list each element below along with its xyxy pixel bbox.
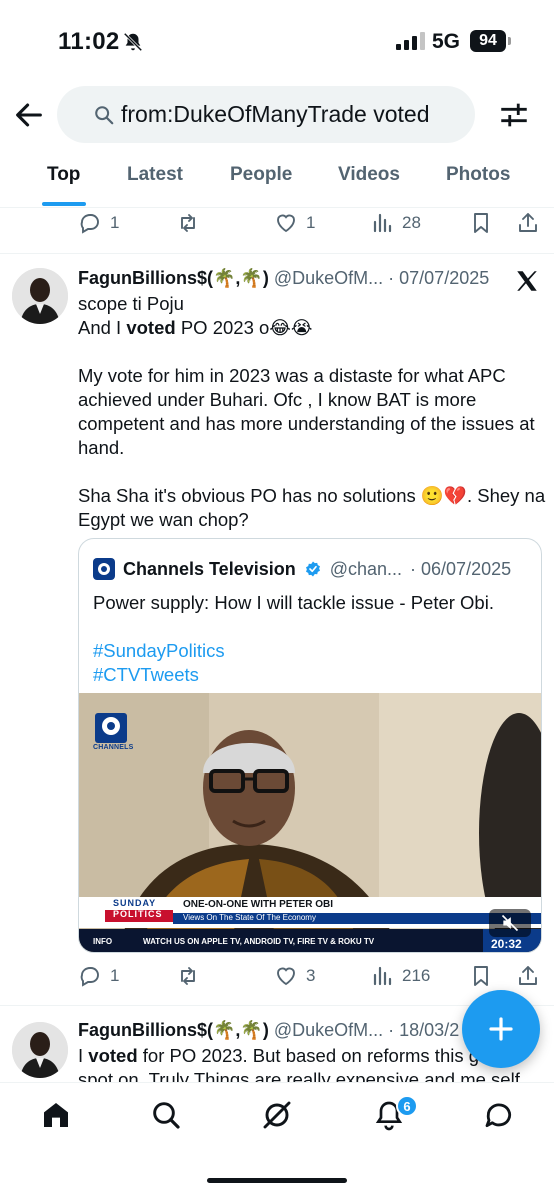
home-icon[interactable] xyxy=(40,1099,72,1131)
show-name-top: SUNDAY xyxy=(113,898,157,908)
quote-date: · 06/07/2025 xyxy=(410,558,512,579)
channels-logo-text: CHANNELS xyxy=(93,744,134,751)
tweet-text: scope ti Poju And I voted PO 2023 o😂😭 My… xyxy=(78,293,546,530)
like-button[interactable]: 1 xyxy=(274,211,315,235)
like-button[interactable]: 3 xyxy=(274,964,315,988)
quote-header: Channels Television @chan... · 06/07/202… xyxy=(93,558,511,580)
bookmark-icon[interactable] xyxy=(469,964,493,988)
search-row: from:DukeOfManyTrade voted xyxy=(0,86,554,144)
search-nav-icon[interactable] xyxy=(150,1099,182,1131)
video-thumbnail[interactable]: CHANNELS SUNDAY POLITICS ONE-ON-ONE WITH… xyxy=(79,693,541,952)
ticker-label: INFO xyxy=(93,937,113,946)
tweet-date: · 18/03/2 xyxy=(388,1020,460,1040)
compose-tweet-button[interactable] xyxy=(462,990,540,1068)
video-subheadline: Views On The State Of The Economy xyxy=(183,913,316,922)
views-chart-icon xyxy=(373,213,392,233)
avatar[interactable] xyxy=(12,268,68,324)
channels-avatar xyxy=(93,558,115,580)
bell-muted-icon xyxy=(123,32,143,52)
plus-icon xyxy=(489,1017,513,1041)
heart-icon xyxy=(277,967,295,986)
reply-icon xyxy=(80,967,99,987)
views-chart-icon xyxy=(373,966,392,986)
author-name[interactable]: FagunBillions$(🌴,🌴) xyxy=(78,1020,269,1040)
share-icon[interactable] xyxy=(516,964,540,988)
views-button[interactable]: 216 xyxy=(370,964,430,988)
quote-text: Power supply: How I will tackle issue - … xyxy=(93,591,533,687)
avatar-image xyxy=(12,1022,68,1078)
tab-latest[interactable]: Latest xyxy=(127,164,183,186)
tab-indicator xyxy=(42,202,86,206)
home-indicator xyxy=(207,1178,347,1183)
hashtag-sundaypolitics[interactable]: #SundayPolitics xyxy=(93,639,533,663)
tweet-header: FagunBillions$(🌴,🌴) @DukeOfM... · 18/03/… xyxy=(78,1020,459,1041)
author-name[interactable]: FagunBillions$(🌴,🌴) xyxy=(78,268,269,288)
quote-author-name: Channels Television xyxy=(123,558,296,579)
search-tabs: Top Latest People Videos Photos xyxy=(0,152,554,208)
views-button[interactable]: 28 xyxy=(370,211,421,235)
tweet-date: · 07/07/2025 xyxy=(388,268,490,288)
battery-tip xyxy=(508,37,511,45)
ticker-text: WATCH US ON APPLE TV, ANDROID TV, FIRE T… xyxy=(143,937,375,946)
retweet-icon xyxy=(181,967,195,985)
verified-badge-icon xyxy=(305,561,320,577)
notification-count-badge: 6 xyxy=(396,1095,418,1117)
share-icon[interactable] xyxy=(516,211,540,235)
avatar-image xyxy=(12,268,68,324)
retweet-button[interactable] xyxy=(176,964,200,988)
signal-icon xyxy=(396,32,425,50)
filter-sliders-icon[interactable] xyxy=(496,98,532,132)
show-name-bottom: POLITICS xyxy=(113,909,163,919)
tab-photos[interactable]: Photos xyxy=(446,164,510,186)
video-clock: 20:32 xyxy=(491,937,522,951)
video-headline: ONE-ON-ONE WITH PETER OBI xyxy=(183,899,333,910)
prev-tweet-actions: 1 1 28 xyxy=(0,211,554,241)
divider xyxy=(0,253,554,254)
author-handle[interactable]: @DukeOfM... xyxy=(274,268,383,288)
heart-icon xyxy=(277,214,295,233)
search-query: from:DukeOfManyTrade voted xyxy=(121,101,430,127)
back-arrow-icon[interactable] xyxy=(12,98,46,132)
hashtag-ctvtweets[interactable]: #CTVTweets xyxy=(93,663,533,687)
tab-videos[interactable]: Videos xyxy=(338,164,400,186)
muted-speaker-icon[interactable] xyxy=(500,913,520,933)
retweet-button[interactable] xyxy=(176,211,200,235)
retweet-icon xyxy=(181,214,195,232)
quoted-tweet[interactable]: Channels Television @chan... · 06/07/202… xyxy=(78,538,542,953)
quote-author-handle: @chan... xyxy=(329,558,403,579)
search-input[interactable]: from:DukeOfManyTrade voted xyxy=(57,86,475,143)
tweet-actions: 1 3 216 xyxy=(0,964,554,994)
messages-icon[interactable] xyxy=(483,1099,515,1131)
tab-people[interactable]: People xyxy=(230,164,292,186)
status-time: 11:02 xyxy=(58,28,120,55)
reply-button[interactable]: 1 xyxy=(78,211,119,235)
grok-icon[interactable] xyxy=(261,1099,293,1131)
battery-icon: 94 xyxy=(470,30,506,52)
bookmark-icon[interactable] xyxy=(469,211,493,235)
tab-top[interactable]: Top xyxy=(47,164,80,186)
avatar[interactable] xyxy=(12,1022,68,1078)
status-bar: 11:02 5G 94 xyxy=(0,0,554,84)
x-logo-icon[interactable] xyxy=(514,268,540,294)
search-icon xyxy=(95,106,114,125)
tweet-header: FagunBillions$(🌴,🌴) @DukeOfM... · 07/07/… xyxy=(78,268,489,289)
reply-button[interactable]: 1 xyxy=(78,964,119,988)
network-type: 5G xyxy=(432,30,461,53)
author-handle[interactable]: @DukeOfM... xyxy=(274,1020,383,1040)
reply-icon xyxy=(80,214,99,234)
